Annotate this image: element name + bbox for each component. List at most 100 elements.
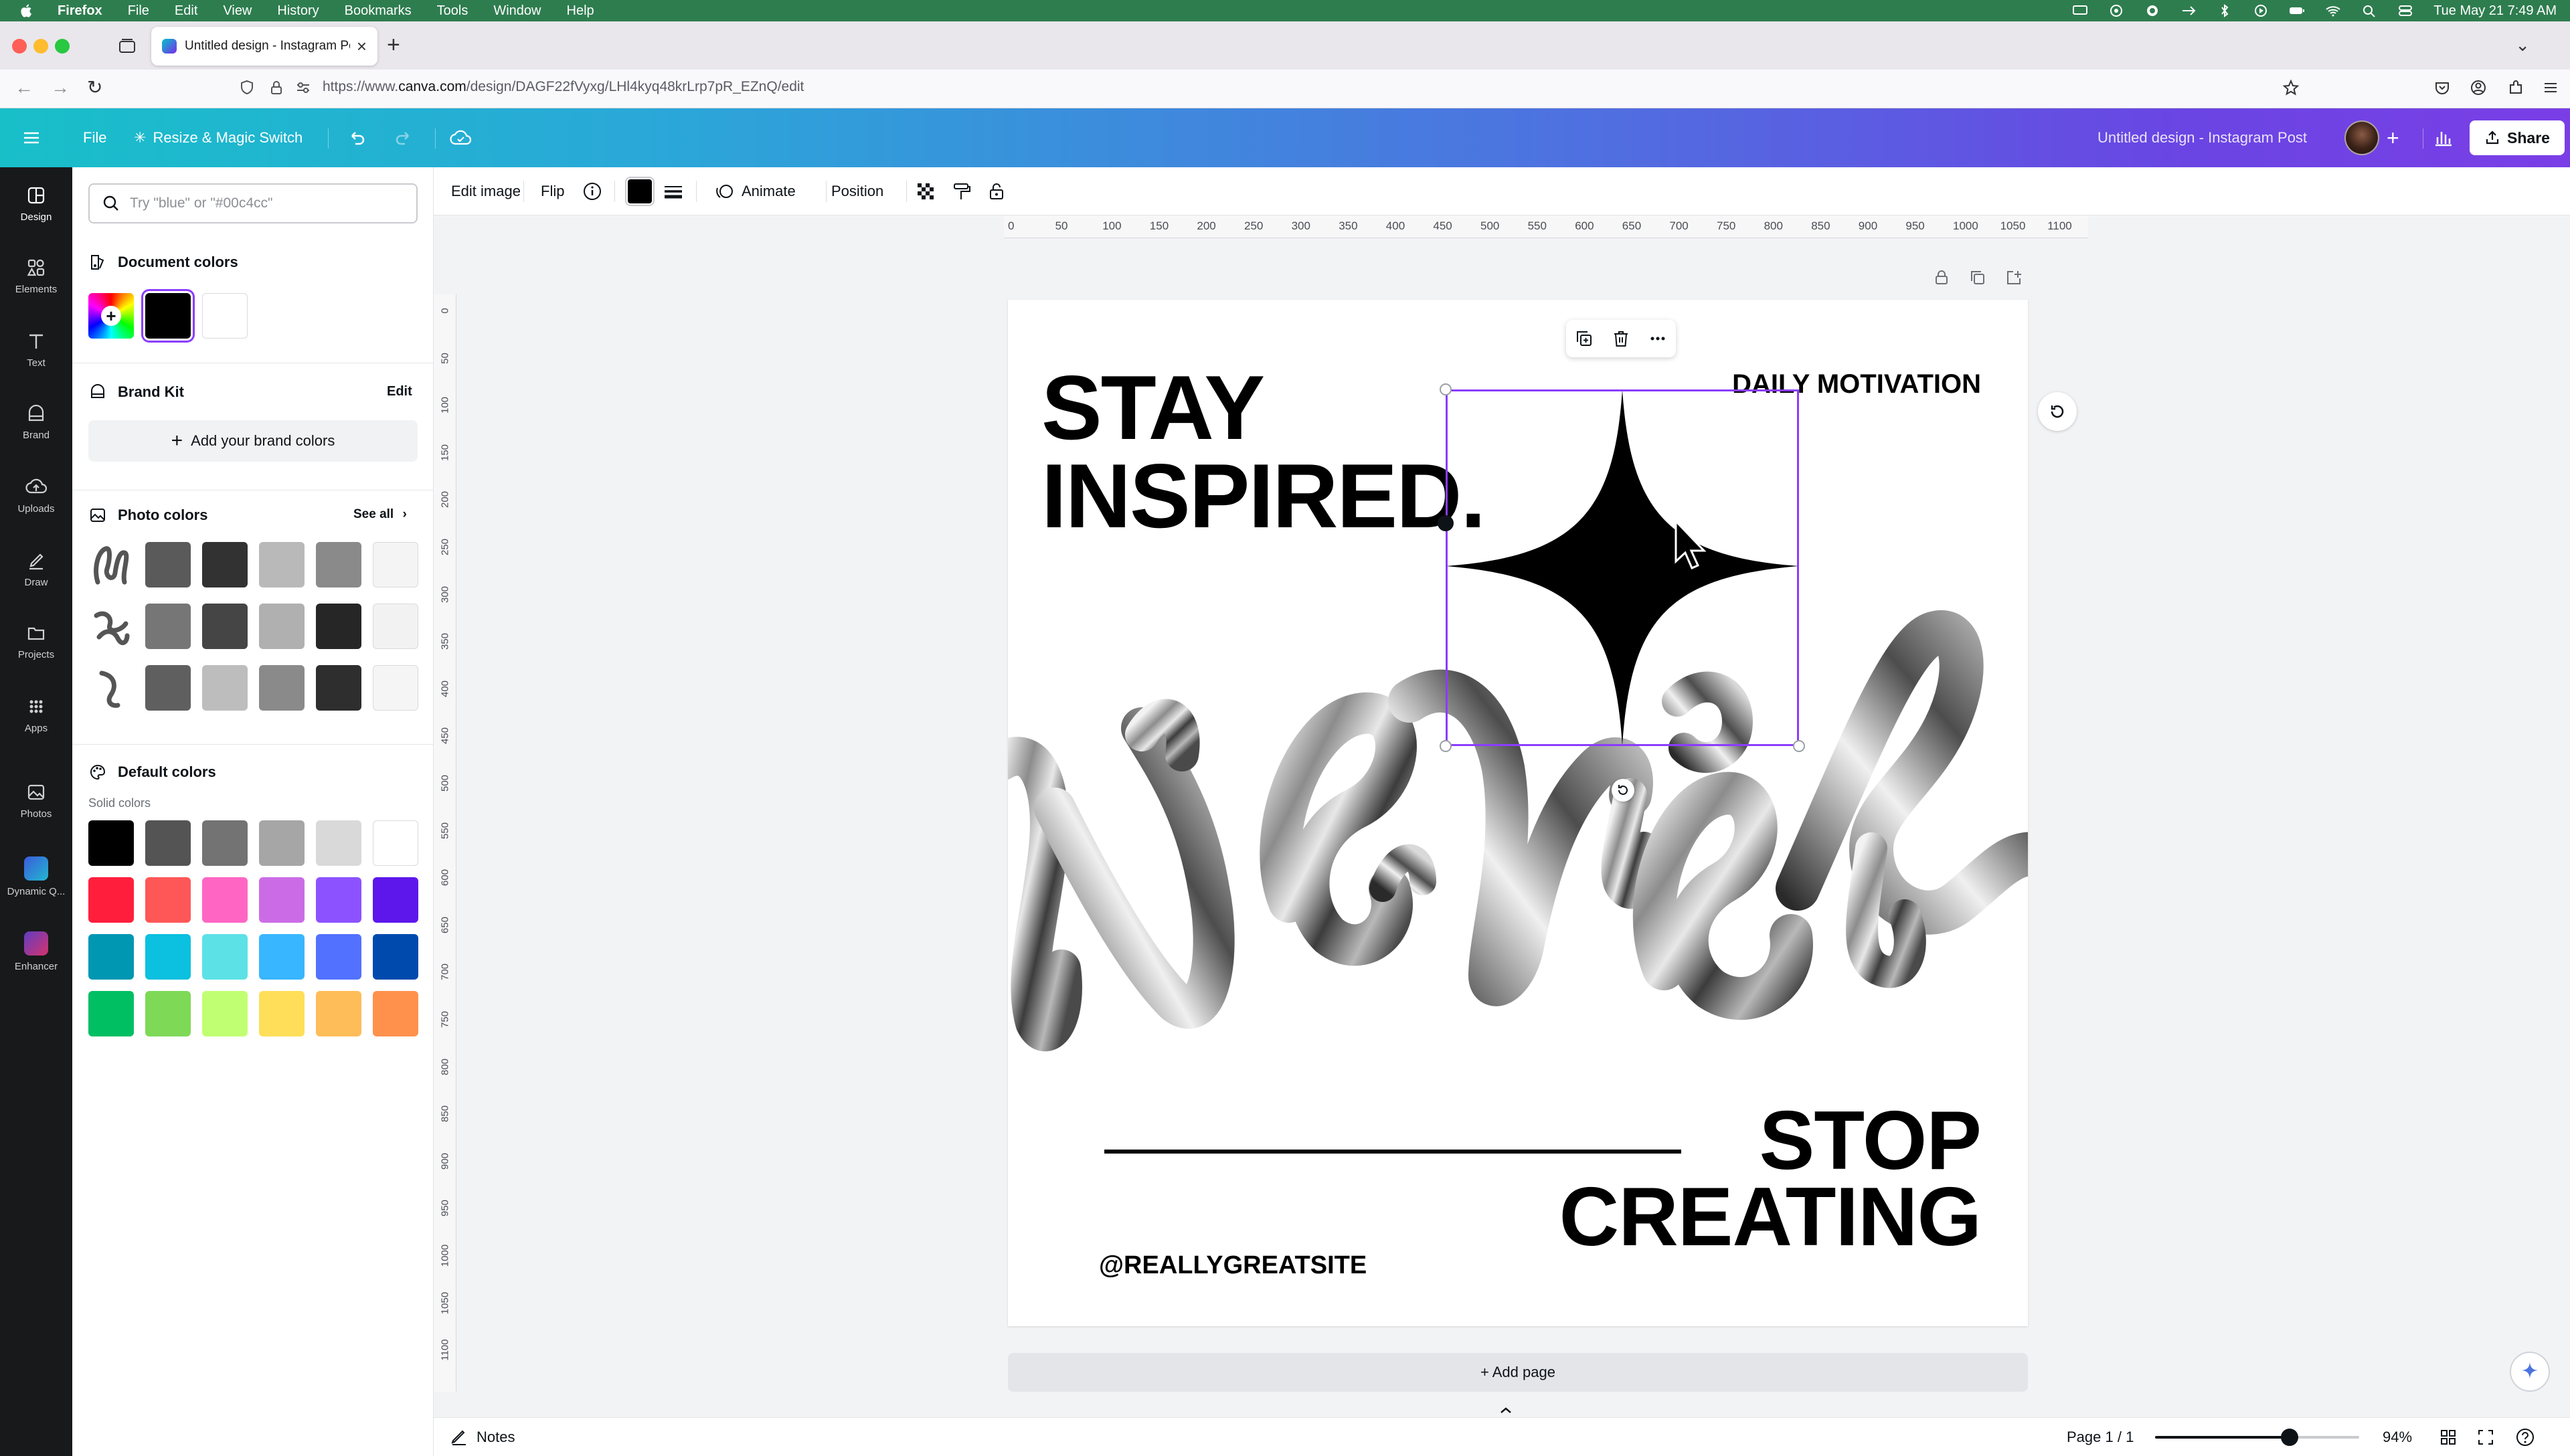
- screen-mirroring-icon[interactable]: [2072, 4, 2088, 17]
- solid-color-swatch[interactable]: [88, 934, 134, 980]
- solid-color-swatch[interactable]: [259, 991, 305, 1036]
- lock-icon[interactable]: [268, 79, 285, 96]
- rotate-handle[interactable]: [1612, 779, 1634, 802]
- duplicate-icon[interactable]: [1574, 329, 1594, 349]
- solid-color-swatch[interactable]: [88, 820, 134, 866]
- trash-icon[interactable]: [1611, 329, 1631, 349]
- zoom-slider[interactable]: [2155, 1436, 2359, 1439]
- menu-view[interactable]: View: [223, 3, 252, 19]
- apple-logo-icon[interactable]: [19, 3, 35, 19]
- app-menu-icon[interactable]: [2542, 79, 2559, 96]
- document-title[interactable]: Untitled design - Instagram Post: [2097, 108, 2307, 167]
- color-search-input[interactable]: Try "blue" or "#00c4cc": [88, 183, 418, 223]
- extensions-icon[interactable]: [2507, 79, 2524, 96]
- redo-button[interactable]: [394, 108, 414, 167]
- record-icon[interactable]: [2108, 4, 2124, 17]
- photo-thumbnail[interactable]: [88, 665, 134, 711]
- sidebar-item-text[interactable]: Text: [0, 331, 72, 369]
- menu-file[interactable]: File: [128, 3, 149, 19]
- window-minimize-button[interactable]: [33, 39, 48, 54]
- solid-color-swatch[interactable]: [145, 991, 191, 1036]
- position-button[interactable]: Position: [831, 167, 883, 215]
- insights-button[interactable]: [2433, 108, 2454, 167]
- solid-color-swatch[interactable]: [145, 934, 191, 980]
- fullscreen-button[interactable]: [2476, 1418, 2495, 1456]
- wifi-icon[interactable]: [2325, 4, 2341, 17]
- more-options-icon[interactable]: [1648, 329, 1668, 349]
- bluetooth-icon[interactable]: [2217, 4, 2233, 17]
- selection-handle-left-middle[interactable]: [1438, 515, 1454, 531]
- photo-color-swatch[interactable]: [373, 665, 418, 711]
- address-bar[interactable]: https://www.canva.com/design/DAGF22fVyxg…: [323, 79, 804, 95]
- cloud-save-status[interactable]: [450, 108, 473, 167]
- selection-handle-bottom-right[interactable]: [1793, 740, 1805, 752]
- menu-edit[interactable]: Edit: [175, 3, 197, 19]
- sidebar-item-enhancer[interactable]: Enhancer: [0, 931, 72, 972]
- sidebar-item-design[interactable]: Design: [0, 185, 72, 223]
- solid-color-swatch[interactable]: [145, 877, 191, 923]
- photo-thumbnail[interactable]: [88, 542, 134, 587]
- window-close-button[interactable]: [12, 39, 27, 54]
- sidebar-item-photos[interactable]: Photos: [0, 782, 72, 820]
- solid-color-swatch[interactable]: [373, 877, 418, 923]
- photo-color-swatch[interactable]: [373, 604, 418, 649]
- solid-color-swatch[interactable]: [259, 820, 305, 866]
- resize-magic-switch-button[interactable]: ✳ Resize & Magic Switch: [134, 108, 303, 167]
- account-icon[interactable]: [2470, 79, 2487, 96]
- reload-button[interactable]: ↻: [87, 78, 102, 98]
- sidebar-item-brand[interactable]: Brand: [0, 403, 72, 441]
- photo-color-swatch[interactable]: [145, 542, 191, 587]
- lock-page-icon[interactable]: [1933, 269, 1950, 286]
- sidebar-item-elements[interactable]: Elements: [0, 257, 72, 295]
- solid-color-swatch[interactable]: [202, 934, 248, 980]
- website-handle-text[interactable]: @REALLYGREATSITE: [1099, 1251, 1367, 1280]
- add-collaborator-button[interactable]: +: [2387, 108, 2399, 167]
- sidebar-item-apps[interactable]: Apps: [0, 696, 72, 734]
- photo-thumbnail[interactable]: [88, 604, 134, 649]
- menu-firefox[interactable]: Firefox: [58, 3, 102, 19]
- new-tab-button[interactable]: +: [387, 33, 400, 56]
- active-browser-tab[interactable]: Untitled design - Instagram Po ×: [151, 27, 377, 66]
- share-button[interactable]: Share: [2470, 120, 2565, 155]
- forward-button[interactable]: →: [51, 78, 70, 98]
- play-icon[interactable]: [2253, 4, 2269, 17]
- document-color-black-swatch[interactable]: [141, 289, 195, 343]
- battery-icon[interactable]: [2289, 4, 2305, 17]
- selection-handle-top-left[interactable]: [1440, 383, 1452, 395]
- transparency-button[interactable]: [916, 167, 936, 215]
- menu-bookmarks[interactable]: Bookmarks: [345, 3, 412, 19]
- page-indicator[interactable]: Page 1 / 1: [2067, 1418, 2134, 1456]
- menu-bar-clock[interactable]: Tue May 21 7:49 AM: [2433, 3, 2557, 19]
- solid-color-swatch[interactable]: [202, 820, 248, 866]
- sidebar-item-uploads[interactable]: Uploads: [0, 476, 72, 515]
- solid-color-swatch[interactable]: [202, 877, 248, 923]
- photo-color-swatch[interactable]: [259, 542, 305, 587]
- photo-color-swatch[interactable]: [202, 665, 248, 711]
- solid-color-swatch[interactable]: [373, 934, 418, 980]
- sidebar-item-projects[interactable]: Projects: [0, 622, 72, 660]
- back-button[interactable]: ←: [15, 78, 33, 98]
- photo-color-swatch[interactable]: [145, 665, 191, 711]
- copy-style-button[interactable]: [952, 167, 972, 215]
- add-brand-colors-button[interactable]: + Add your brand colors: [88, 420, 418, 462]
- lock-button[interactable]: [987, 167, 1007, 215]
- regenerate-button[interactable]: [2038, 392, 2077, 431]
- edit-image-button[interactable]: Edit image: [451, 167, 521, 215]
- selection-handle-bottom-left[interactable]: [1440, 740, 1452, 752]
- menu-tools[interactable]: Tools: [437, 3, 468, 19]
- spotlight-search-icon[interactable]: [2361, 4, 2377, 17]
- creative-cloud-icon[interactable]: [2144, 4, 2160, 17]
- solid-color-swatch[interactable]: [373, 820, 418, 866]
- solid-color-swatch[interactable]: [316, 877, 361, 923]
- fill-color-button[interactable]: [625, 167, 655, 215]
- solid-color-swatch[interactable]: [145, 820, 191, 866]
- user-avatar[interactable]: [2344, 120, 2379, 155]
- see-all-link[interactable]: See all ›: [353, 507, 407, 522]
- photo-color-swatch[interactable]: [202, 542, 248, 587]
- tab-list-chevron-icon[interactable]: ⌄: [2515, 35, 2530, 56]
- solid-color-swatch[interactable]: [316, 934, 361, 980]
- photo-color-swatch[interactable]: [259, 604, 305, 649]
- menu-history[interactable]: History: [277, 3, 319, 19]
- closing-text[interactable]: STOP CREATING: [1559, 1099, 1982, 1259]
- photo-color-swatch[interactable]: [316, 665, 361, 711]
